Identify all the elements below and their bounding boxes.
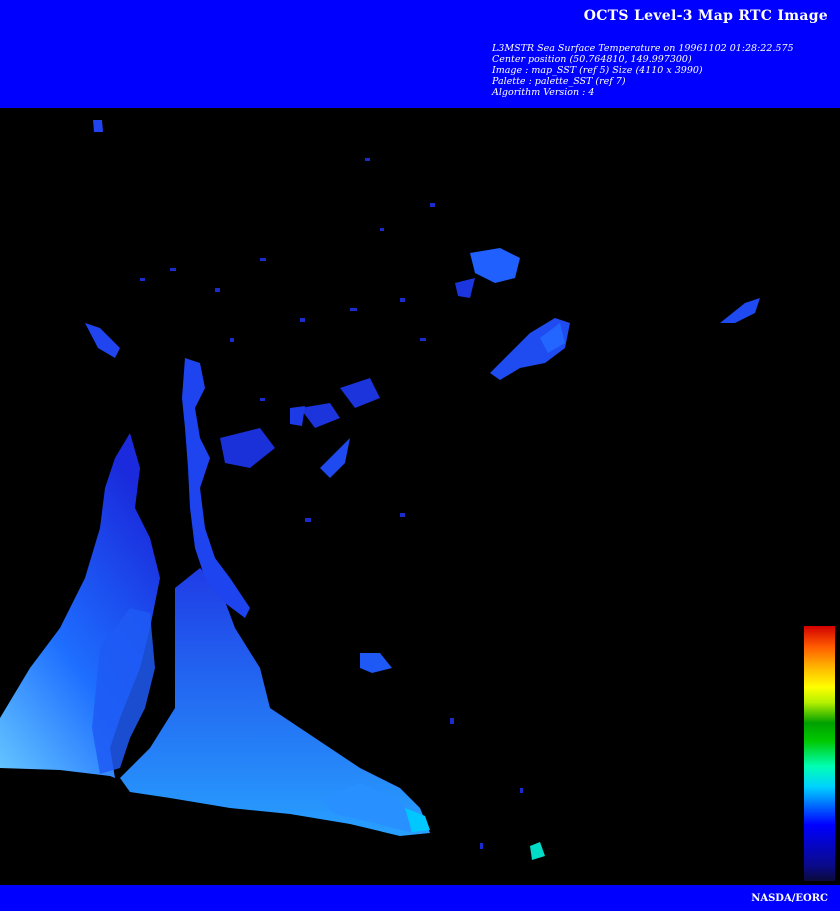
sst-map	[0, 108, 840, 885]
sst-patch-mid-1	[220, 428, 275, 468]
sst-patch-east-small	[360, 653, 392, 673]
sst-patch-mid-4	[320, 438, 350, 478]
metadata-block: L3MSTR Sea Surface Temperature on 199611…	[492, 43, 794, 98]
sst-map-drawing	[0, 120, 760, 860]
sst-patch-northwest-dot	[93, 120, 103, 132]
center-position-line: Center position (50.764810, 149.997300)	[492, 54, 692, 65]
credit-banner: NASDA/EORC	[0, 885, 840, 911]
algorithm-version-line: Algorithm Version : 4	[492, 87, 595, 98]
title-banner: OCTS Level-3 Map RTC Image L3MSTR Sea Su…	[0, 0, 840, 108]
sst-patch-mid-3	[340, 378, 380, 408]
credit-text: NASDA/EORC	[751, 893, 828, 904]
palette-line: Palette : palette_SST (ref 7)	[492, 76, 626, 87]
image-size-line: Image : map_SST (ref 5) Size (4110 x 399…	[492, 65, 703, 76]
sst-color-scale	[804, 626, 835, 881]
sst-patch-northeast-4	[455, 278, 475, 298]
sst-patch-northeast-1	[470, 248, 520, 283]
sst-patch-mid-5	[290, 406, 305, 426]
sst-region-southwest	[0, 433, 160, 778]
sst-patch-far-east	[720, 298, 760, 323]
image-title: OCTS Level-3 Map RTC Image	[583, 8, 828, 24]
sst-patch-mid-2	[300, 403, 340, 428]
sst-patch-northwest-streak	[85, 323, 120, 358]
sst-patch-southeast-teal	[530, 842, 545, 860]
product-line: L3MSTR Sea Surface Temperature on 199611…	[492, 43, 794, 54]
